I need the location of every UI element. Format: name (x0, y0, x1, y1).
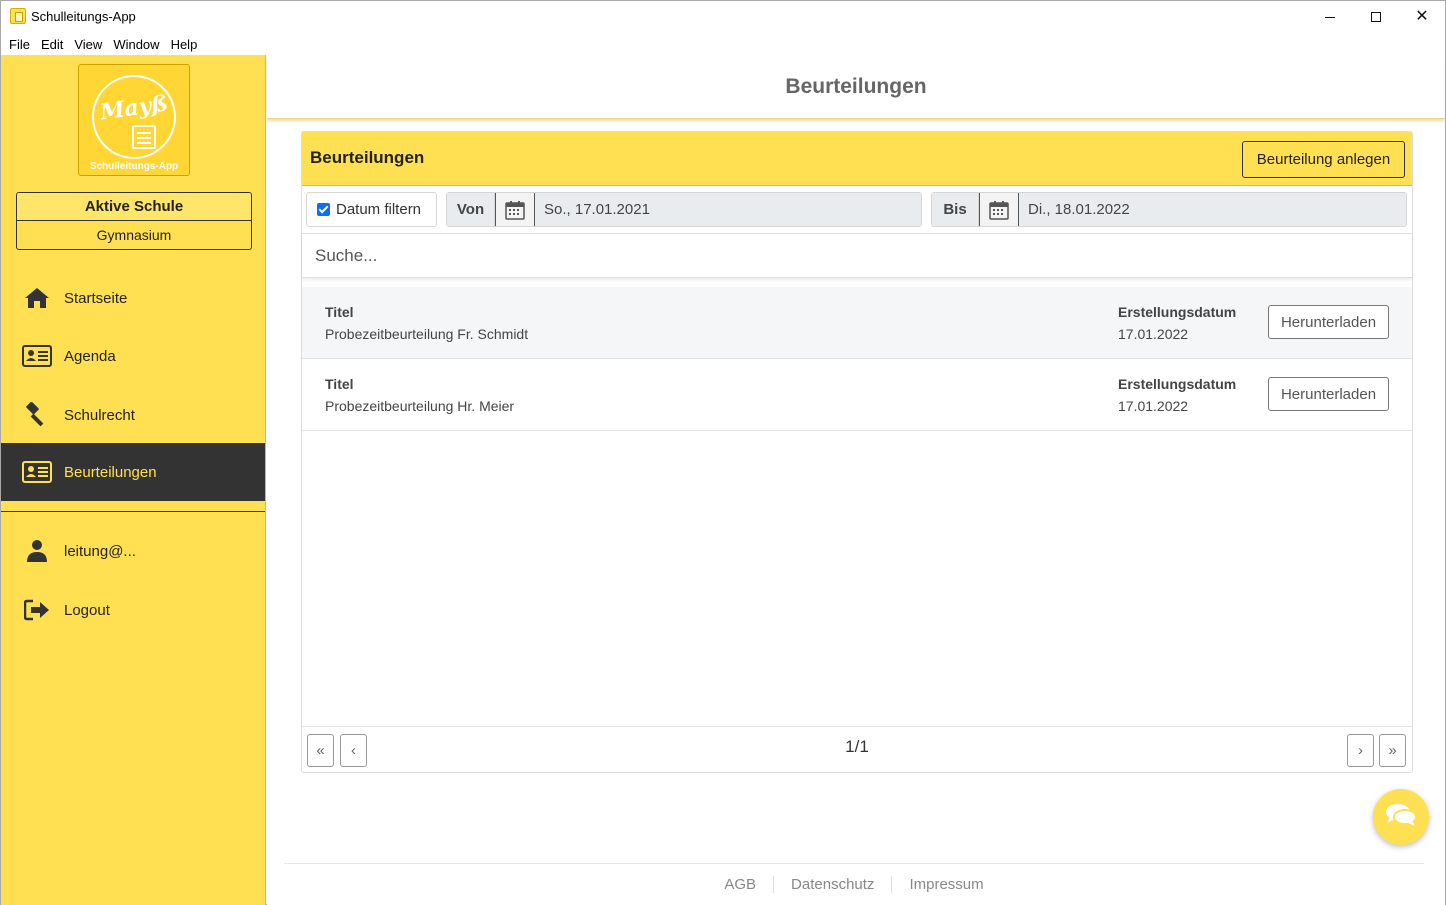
download-button[interactable]: Herunterladen (1268, 305, 1389, 339)
logo-circle: Mayß (92, 75, 176, 159)
footer-link-datenschutz[interactable]: Datenschutz (774, 876, 893, 893)
active-school-heading: Aktive Schule (17, 193, 251, 221)
last-page-button[interactable]: » (1379, 734, 1406, 767)
assessments-card: Beurteilungen Beurteilung anlegen Datum … (301, 131, 1413, 773)
chat-icon (1385, 802, 1417, 833)
pagination: « ‹ 1/1 › » (302, 726, 1412, 772)
title-bar: Schulleitungs-App ✕ (1, 1, 1445, 33)
app-logo[interactable]: Mayß Schulleitungs-App (78, 64, 190, 176)
close-button[interactable]: ✕ (1399, 1, 1445, 33)
sidebar-item-logout[interactable]: Logout (1, 581, 265, 639)
title-label: Titel (325, 304, 354, 320)
sidebar-item-label: leitung@... (64, 542, 136, 560)
footer-link-agb[interactable]: AGB (707, 876, 775, 893)
menu-view[interactable]: View (69, 37, 107, 52)
document-icon (132, 125, 156, 149)
menu-edit[interactable]: Edit (36, 37, 68, 52)
card-title: Beurteilungen (310, 148, 425, 167)
app-window: Schulleitungs-App ✕ File Edit View Windo… (0, 0, 1446, 905)
calendar-icon[interactable] (979, 193, 1019, 226)
menu-file[interactable]: File (4, 37, 35, 52)
double-chevron-right-icon: » (1388, 742, 1397, 759)
menu-window[interactable]: Window (108, 37, 164, 52)
sidebar-item-schulrecht[interactable]: Schulrecht (1, 386, 265, 444)
filter-row: Datum filtern Von So., 17.01.2021 Bis Di… (302, 186, 1412, 232)
date-from-group: Von So., 17.01.2021 (446, 192, 922, 227)
list-item: Titel Probezeitbeurteilung Fr. Schmidt E… (302, 287, 1412, 359)
home-icon (22, 286, 52, 310)
maximize-icon (1371, 12, 1381, 22)
main-content: Beurteilungen Beurteilungen Beurteilung … (267, 55, 1445, 905)
active-school-box[interactable]: Aktive Schule Gymnasium (16, 192, 252, 250)
date-to-input[interactable]: Di., 18.01.2022 (1019, 193, 1406, 226)
created-date: 17.01.2022 (1118, 398, 1189, 414)
sidebar-item-label: Schulrecht (64, 406, 135, 424)
sidebar-divider (1, 511, 265, 512)
chevron-right-icon: › (1358, 742, 1363, 759)
date-to-label: Bis (932, 193, 979, 226)
close-icon: ✕ (1415, 8, 1429, 25)
footer-link-impressum[interactable]: Impressum (892, 876, 1000, 893)
date-from-label: Von (447, 193, 495, 226)
user-icon (22, 539, 52, 563)
id-card-icon (22, 460, 52, 484)
gavel-icon (22, 402, 52, 427)
date-filter-checkbox[interactable] (317, 203, 330, 216)
sidebar-item-label: Logout (64, 601, 110, 619)
sidebar-item-beurteilungen[interactable]: Beurteilungen (1, 443, 265, 501)
date-filter-toggle[interactable]: Datum filtern (306, 192, 437, 227)
maximize-button[interactable] (1353, 1, 1399, 33)
date-label: Erstellungsdatum (1118, 376, 1237, 392)
minimize-button[interactable] (1307, 1, 1353, 33)
sidebar: Mayß Schulleitungs-App Aktive Schule Gym… (1, 55, 266, 905)
sidebar-item-agenda[interactable]: Agenda (1, 327, 265, 385)
date-from-input[interactable]: So., 17.01.2021 (535, 193, 921, 226)
logout-icon (22, 598, 52, 622)
window-title: Schulleitungs-App (31, 9, 136, 24)
assessment-title: Probezeitbeurteilung Hr. Meier (325, 398, 515, 414)
sidebar-item-user[interactable]: leitung@... (1, 522, 265, 580)
search-input[interactable]: Suche... (302, 233, 1412, 278)
created-date: 17.01.2022 (1118, 326, 1189, 342)
assessment-title: Probezeitbeurteilung Fr. Schmidt (325, 326, 529, 342)
date-filter-label: Datum filtern (336, 201, 422, 218)
logo-script: Mayß (98, 90, 170, 126)
sidebar-item-label: Agenda (64, 347, 116, 365)
download-button[interactable]: Herunterladen (1268, 377, 1389, 411)
minimize-icon (1325, 16, 1335, 18)
menu-bar: File Edit View Window Help (1, 33, 1445, 55)
sidebar-item-label: Beurteilungen (64, 463, 157, 481)
chat-button[interactable] (1373, 789, 1429, 845)
create-assessment-button[interactable]: Beurteilung anlegen (1242, 141, 1405, 178)
next-page-button[interactable]: › (1347, 734, 1374, 767)
date-to-group: Bis Di., 18.01.2022 (931, 192, 1407, 227)
logo-caption: Schulleitungs-App (89, 161, 179, 172)
page-indicator: 1/1 (845, 737, 869, 756)
list-item: Titel Probezeitbeurteilung Hr. Meier Ers… (302, 359, 1412, 431)
id-card-icon (22, 344, 52, 368)
sidebar-item-startseite[interactable]: Startseite (1, 269, 265, 327)
page-title: Beurteilungen (785, 75, 927, 98)
footer: AGB Datenschutz Impressum (284, 863, 1424, 905)
card-header: Beurteilungen Beurteilung anlegen (302, 132, 1412, 186)
title-label: Titel (325, 376, 354, 392)
date-label: Erstellungsdatum (1118, 304, 1237, 320)
page-header: Beurteilungen (267, 55, 1445, 119)
menu-help[interactable]: Help (166, 37, 203, 52)
sidebar-item-label: Startseite (64, 289, 128, 307)
calendar-icon[interactable] (495, 193, 535, 226)
app-icon (10, 8, 26, 24)
active-school-name: Gymnasium (96, 227, 172, 243)
